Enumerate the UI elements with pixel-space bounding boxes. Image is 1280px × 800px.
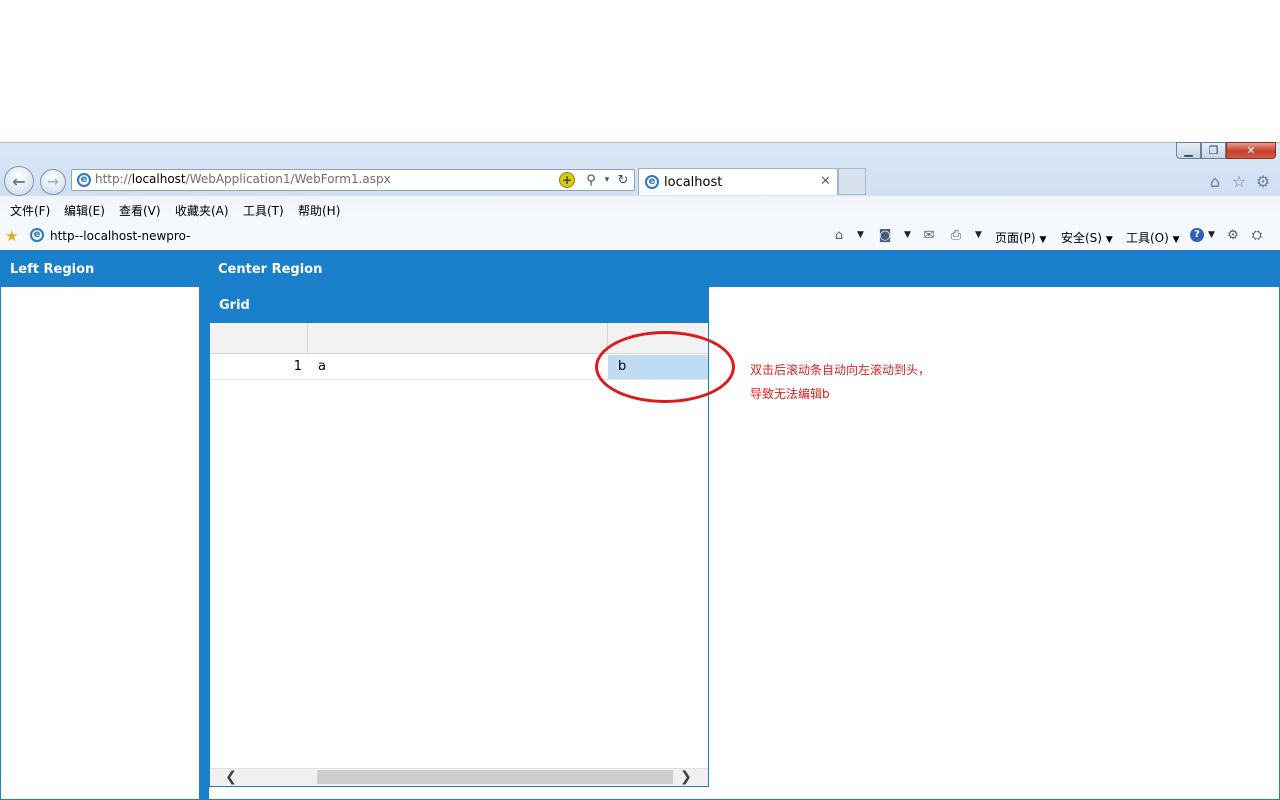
print-button[interactable]: ⎙ xyxy=(947,227,965,243)
cmd-home-dropdown[interactable]: ▼ xyxy=(857,230,864,240)
grid-header: Grid xyxy=(209,287,709,323)
rss-feed-icon: ◙ xyxy=(878,227,892,243)
menu-edit[interactable]: 编辑(E) xyxy=(64,202,105,219)
read-mail-icon: ✉ xyxy=(923,227,935,243)
rss-button[interactable]: ◙ xyxy=(876,227,894,243)
favorite-link[interactable]: http--localhost-newpro- xyxy=(50,229,190,243)
grid-title: Grid xyxy=(219,298,250,313)
scroll-left-button[interactable]: ❮ xyxy=(222,768,240,786)
menu-favorites[interactable]: 收藏夹(A) xyxy=(175,202,229,219)
window-title-blurred xyxy=(120,146,280,160)
help-button[interactable]: ? xyxy=(1188,227,1206,243)
menu-view[interactable]: 查看(V) xyxy=(119,202,161,219)
left-region-panel xyxy=(0,250,200,800)
favorites-star-icon: ☆ xyxy=(1231,171,1247,191)
center-region-title: Center Region xyxy=(218,262,323,277)
chevron-down-icon: ▼ xyxy=(1039,235,1047,245)
page-menu[interactable]: 页面(P) ▼ xyxy=(995,229,1046,246)
chevron-down-icon: ▼ xyxy=(1172,235,1180,245)
row-number-cell: 1 xyxy=(293,359,302,374)
back-icon: ← xyxy=(12,171,26,191)
annotation-note: 双击后滚动条自动向左滚动到头， 导致无法编辑b xyxy=(750,358,930,406)
close-window-button[interactable]: ✕ xyxy=(1226,142,1276,159)
menu-file[interactable]: 文件(F) xyxy=(10,202,50,219)
left-region-title: Left Region xyxy=(10,262,95,277)
compat-view-icon: + xyxy=(559,172,575,188)
search-icon: ⚲ xyxy=(586,172,596,188)
center-region-left-border xyxy=(200,287,209,800)
column-divider[interactable] xyxy=(307,323,308,354)
minimize-button[interactable]: ▁ xyxy=(1176,142,1201,159)
grid-cell-a[interactable]: a xyxy=(318,354,598,380)
tab-ie-icon: e xyxy=(645,175,659,189)
print-icon: ⎙ xyxy=(950,227,962,243)
cmd-gear-button[interactable]: ⚙ xyxy=(1224,227,1242,243)
scroll-right-button[interactable]: ❯ xyxy=(677,768,695,786)
scrollbar-thumb[interactable] xyxy=(317,770,673,784)
menu-tools[interactable]: 工具(T) xyxy=(243,202,284,219)
annotation-line-2: 导致无法编辑b xyxy=(750,387,830,401)
compat-view-button[interactable]: + xyxy=(558,171,576,189)
chevron-down-icon: ▼ xyxy=(1105,235,1113,245)
home-icon: ⌂ xyxy=(834,227,844,243)
favorites-button[interactable]: ☆ xyxy=(1229,171,1249,191)
print-dropdown[interactable]: ▼ xyxy=(975,230,982,240)
maximize-button[interactable]: ❐ xyxy=(1201,142,1226,159)
refresh-icon: ↻ xyxy=(617,172,629,188)
research-icon: ⛭ xyxy=(1251,227,1263,243)
help-icon: ? xyxy=(1190,228,1204,242)
annotation-ellipse xyxy=(595,331,735,403)
back-button[interactable]: ← xyxy=(4,166,34,196)
read-mail-button[interactable]: ✉ xyxy=(920,227,938,243)
favorite-page-icon: e xyxy=(30,228,44,242)
tools-menu[interactable]: 工具(O) ▼ xyxy=(1126,229,1180,246)
refresh-button[interactable]: ↻ xyxy=(614,171,632,189)
address-url[interactable]: http://localhost/WebApplication1/WebForm… xyxy=(95,172,475,188)
settings-button[interactable]: ⚙ xyxy=(1253,171,1273,191)
ie-page-icon: e xyxy=(77,173,91,187)
settings-gear-icon: ⚙ xyxy=(1255,171,1271,191)
help-dropdown[interactable]: ▼ xyxy=(1208,230,1215,240)
chevron-left-icon: ❮ xyxy=(225,769,237,785)
favorites-bar-star-icon[interactable]: ★ xyxy=(5,227,18,245)
new-tab-button[interactable] xyxy=(838,168,866,195)
menu-help[interactable]: 帮助(H) xyxy=(298,202,340,219)
left-region-header: Left Region xyxy=(0,250,200,287)
safety-menu[interactable]: 安全(S) ▼ xyxy=(1061,229,1113,246)
gear-icon: ⚙ xyxy=(1227,227,1239,243)
center-region-header: Center Region xyxy=(200,250,1280,287)
tab-close-button[interactable]: ✕ xyxy=(820,174,831,189)
tab-title: localhost xyxy=(664,175,723,190)
home-button[interactable]: ⌂ xyxy=(1205,171,1225,191)
chevron-right-icon: ❯ xyxy=(680,769,692,785)
forward-icon: → xyxy=(47,174,59,190)
annotation-line-1: 双击后滚动条自动向左滚动到头， xyxy=(750,363,931,377)
home-icon: ⌂ xyxy=(1209,171,1221,191)
rss-dropdown[interactable]: ▼ xyxy=(904,230,911,240)
forward-button[interactable]: → xyxy=(40,169,66,195)
research-button[interactable]: ⛭ xyxy=(1248,227,1266,243)
cmd-home-button[interactable]: ⌂ xyxy=(830,227,848,243)
